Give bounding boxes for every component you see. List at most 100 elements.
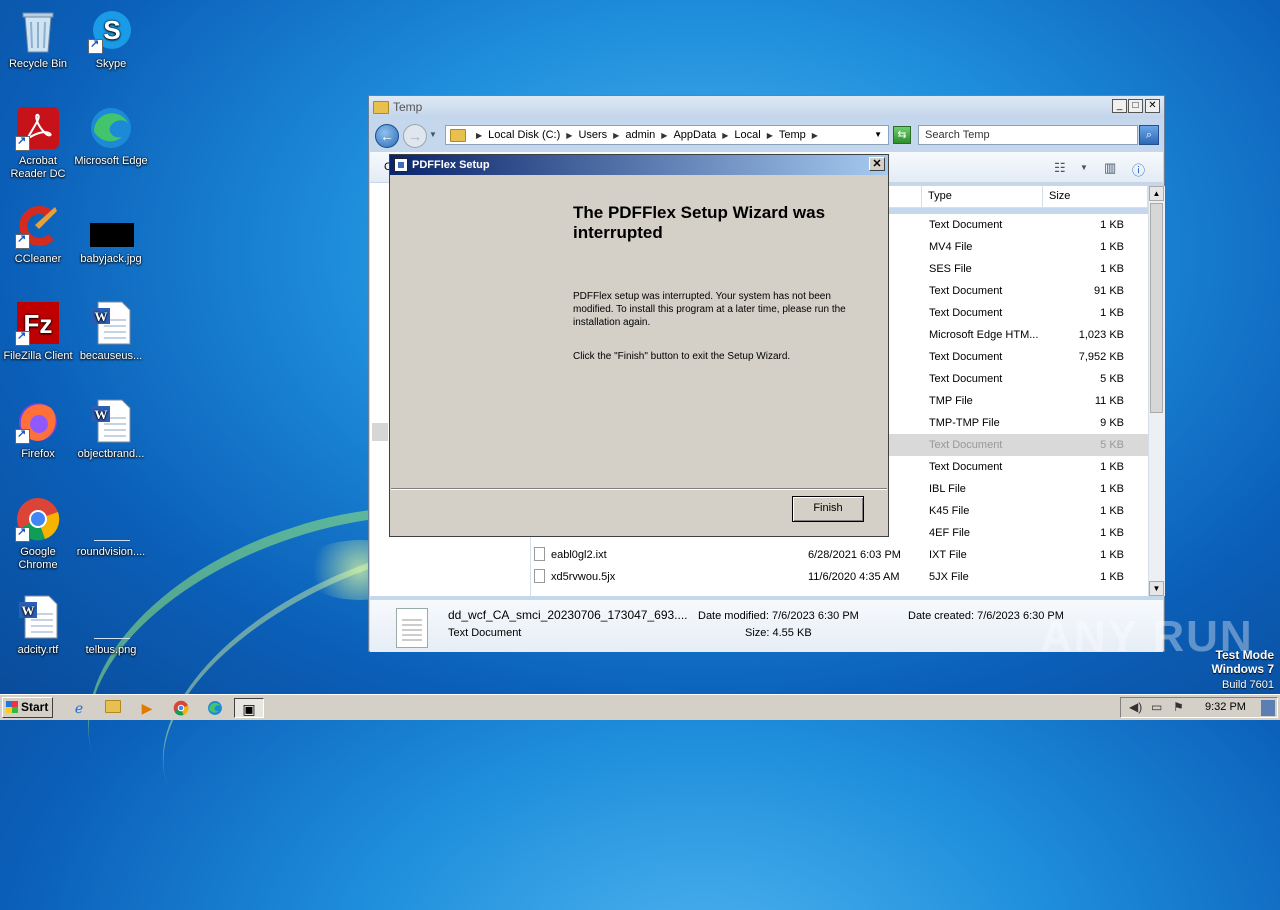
- file-list-scrollbar[interactable]: ▲ ▼: [1148, 186, 1165, 596]
- setup-dialog[interactable]: PDFFlex Setup ✕ The PDFFlex Setup Wizard…: [389, 154, 889, 537]
- chrome-taskbar-icon[interactable]: [170, 698, 192, 718]
- internet-explorer-icon[interactable]: ℯ: [68, 698, 90, 718]
- show-desktop-button[interactable]: [1261, 700, 1275, 716]
- breadcrumb-chevron-icon[interactable]: ▶: [767, 131, 773, 140]
- search-icon[interactable]: ⌕: [1139, 125, 1159, 145]
- file-name: xd5rvwou.5jx: [551, 571, 616, 583]
- address-bar[interactable]: ▶ Local Disk (C:) ▶ Users ▶ admin ▶ AppD…: [445, 125, 889, 145]
- view-options-icon[interactable]: ☷: [1054, 160, 1066, 176]
- breadcrumb-chevron-icon[interactable]: ▶: [566, 131, 572, 140]
- desktop-icon-label: CCleaner: [14, 253, 62, 265]
- desktop-icon-label: becauseus...: [79, 350, 143, 362]
- breadcrumb-chevron-icon[interactable]: ▶: [613, 131, 619, 140]
- desktop-icon-objectbrand[interactable]: W objectbrand...: [73, 398, 149, 461]
- preview-pane-icon[interactable]: ▥: [1104, 160, 1116, 176]
- breadcrumb-local-disk[interactable]: Local Disk (C:): [488, 129, 560, 141]
- forward-button[interactable]: →: [403, 124, 427, 148]
- desktop-icon-skype[interactable]: S Skype: [73, 8, 149, 71]
- maximize-button[interactable]: □: [1128, 99, 1143, 113]
- volume-icon[interactable]: ◀): [1129, 700, 1142, 714]
- dialog-titlebar[interactable]: PDFFlex Setup ✕: [390, 155, 888, 175]
- breadcrumb-chevron-icon[interactable]: ▶: [476, 131, 482, 140]
- details-date-modified: Date modified: 7/6/2023 6:30 PM: [698, 610, 859, 622]
- column-header-date[interactable]: [886, 186, 922, 207]
- test-mode-label: Test Mode: [1215, 648, 1274, 662]
- table-row[interactable]: xd5rvwou.5jx 11/6/2020 4:35 AM 5JX File 1 K…: [531, 566, 1149, 588]
- minimize-button[interactable]: _: [1112, 99, 1127, 113]
- edge-taskbar-icon[interactable]: [204, 698, 226, 718]
- help-icon[interactable]: ⓘ: [1132, 160, 1145, 179]
- breadcrumb-temp[interactable]: Temp: [779, 129, 806, 141]
- media-player-icon[interactable]: ▶: [136, 698, 158, 718]
- file-type-cell: 4EF File: [929, 527, 970, 539]
- file-type-cell: Microsoft Edge HTM...: [929, 329, 1039, 341]
- file-size-cell: 1 KB: [1100, 505, 1124, 517]
- breadcrumb-local[interactable]: Local: [734, 129, 760, 141]
- column-header-type[interactable]: Type: [922, 186, 1043, 207]
- desktop-icon-firefox[interactable]: Firefox: [0, 398, 76, 461]
- shortcut-arrow-icon: [15, 330, 30, 346]
- breadcrumb-chevron-icon[interactable]: ▶: [812, 131, 818, 140]
- dialog-close-button[interactable]: ✕: [869, 157, 885, 171]
- desktop-icon-becauseus[interactable]: W becauseus...: [73, 300, 149, 363]
- breadcrumb-chevron-icon[interactable]: ▶: [661, 131, 667, 140]
- explorer-taskbar-icon[interactable]: [102, 698, 124, 718]
- desktop-icon-roundvision[interactable]: roundvision....: [73, 496, 149, 559]
- column-header-size[interactable]: Size: [1043, 186, 1148, 207]
- action-center-flag-icon[interactable]: ⚑: [1173, 700, 1184, 714]
- desktop-icon-acrobat[interactable]: Acrobat Reader DC: [0, 105, 76, 181]
- desktop-icon-label: Google Chrome: [18, 546, 58, 571]
- view-chevron-down-icon[interactable]: ▼: [1080, 163, 1088, 172]
- breadcrumb-chevron-icon[interactable]: ▶: [722, 131, 728, 140]
- explorer-titlebar[interactable]: Temp: [369, 96, 1164, 118]
- scroll-up-arrow-icon[interactable]: ▲: [1149, 186, 1164, 201]
- breadcrumb-admin[interactable]: admin: [625, 129, 655, 141]
- desktop-icon-telbus[interactable]: telbus.png: [73, 594, 149, 657]
- desktop-icon-babyjack[interactable]: babyjack.jpg: [73, 203, 149, 266]
- breadcrumb-users[interactable]: Users: [578, 129, 607, 141]
- clock[interactable]: 9:32 PM: [1205, 701, 1246, 713]
- desktop-icon-adcity[interactable]: W adcity.rtf: [0, 594, 76, 657]
- ccleaner-icon: [15, 203, 61, 249]
- file-size-cell: 5 KB: [1100, 373, 1124, 385]
- file-size-cell: 1 KB: [1100, 241, 1124, 253]
- desktop-icon-filezilla[interactable]: Fz FileZilla Client: [0, 300, 76, 363]
- scroll-down-arrow-icon[interactable]: ▼: [1149, 581, 1164, 596]
- network-icon[interactable]: ▭: [1151, 700, 1162, 714]
- finish-button[interactable]: Finish: [792, 496, 864, 522]
- start-button[interactable]: Start: [2, 697, 53, 718]
- table-row[interactable]: eabl0gl2.ixt 6/28/2021 6:03 PM IXT File 1 K…: [531, 544, 1149, 566]
- breadcrumb-appdata[interactable]: AppData: [673, 129, 716, 141]
- file-size-cell: 1 KB: [1100, 219, 1124, 231]
- file-type-cell: MV4 File: [929, 241, 973, 253]
- file-size-cell: 1 KB: [1100, 307, 1124, 319]
- recent-pages-chevron-icon[interactable]: ▼: [429, 130, 437, 139]
- desktop-icon-recycle-bin[interactable]: Recycle Bin: [0, 8, 76, 71]
- file-type-cell: Text Document: [929, 351, 1003, 363]
- file-size-cell: 91 KB: [1094, 285, 1124, 297]
- refresh-button[interactable]: ⇆: [893, 126, 911, 144]
- desktop-icon-edge[interactable]: Microsoft Edge: [73, 105, 149, 168]
- file-date-cell: 6/28/2021 6:03 PM: [808, 549, 901, 561]
- close-button[interactable]: ✕: [1145, 99, 1160, 113]
- scroll-thumb[interactable]: [1150, 203, 1163, 413]
- file-name: eabl0gl2.ixt: [551, 549, 607, 561]
- setup-taskbar-icon[interactable]: ▣: [234, 698, 264, 718]
- desktop-icon-label: FileZilla Client: [3, 350, 73, 362]
- file-type-cell: Text Document: [929, 439, 1003, 451]
- back-button[interactable]: ←: [375, 124, 399, 148]
- filezilla-icon: Fz: [15, 300, 61, 346]
- desktop-icon-label: Firefox: [21, 448, 55, 460]
- edge-icon: [88, 105, 134, 151]
- desktop-icon-ccleaner[interactable]: CCleaner: [0, 203, 76, 266]
- address-dropdown-icon[interactable]: ▼: [874, 130, 882, 139]
- search-input[interactable]: Search Temp: [918, 125, 1138, 145]
- desktop-icon-label: Recycle Bin: [8, 58, 68, 70]
- file-type-cell: 5JX File: [929, 571, 969, 583]
- desktop-icon-chrome[interactable]: Google Chrome: [0, 496, 76, 572]
- address-row: ← → ▼ ▶ Local Disk (C:) ▶ Users ▶ admin …: [369, 120, 1164, 150]
- nav-pane-scroll-thumb[interactable]: [372, 423, 388, 441]
- shortcut-arrow-icon: [15, 428, 30, 444]
- blank-file-icon: [88, 594, 134, 640]
- file-date-cell: 11/6/2020 4:35 AM: [808, 571, 900, 583]
